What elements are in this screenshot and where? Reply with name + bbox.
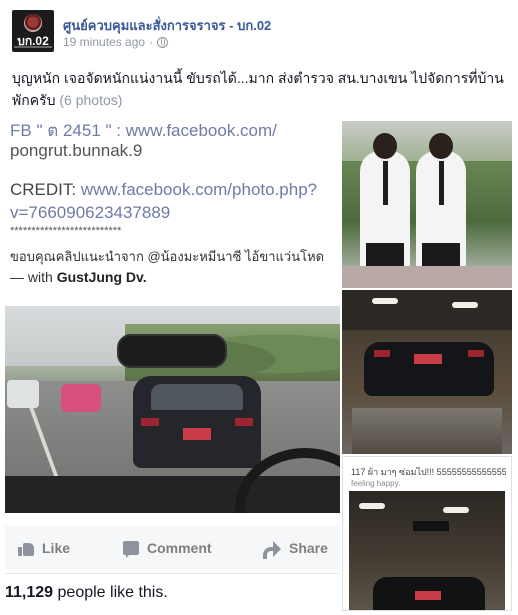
post-timestamp[interactable]: 19 minutes ago bbox=[63, 35, 145, 49]
avatar-label: บก.02 bbox=[17, 34, 49, 48]
likes-suffix: people like this. bbox=[57, 584, 168, 601]
license-plate bbox=[415, 591, 441, 600]
share-label: Share bbox=[289, 540, 328, 556]
credit-url-cont: v=766090623437889 bbox=[10, 203, 171, 222]
avatar-underline bbox=[14, 46, 52, 48]
tail-light-left bbox=[141, 418, 159, 426]
photo-thumbnail-1[interactable] bbox=[342, 121, 512, 288]
post-actions: Like Comment Share bbox=[5, 526, 340, 570]
facebook-post: บก.02 ศูนย์ควบคุมและสั่งการจราจร - บก.02… bbox=[0, 0, 518, 615]
pink-taxi bbox=[61, 384, 101, 412]
tail-light-left bbox=[374, 350, 390, 357]
ceiling-light bbox=[443, 507, 469, 513]
credit-line: CREDIT: www.facebook.com/photo.php? bbox=[10, 180, 317, 200]
with-tag: — with GustJung Dv. bbox=[10, 269, 147, 285]
shared-caption: 117 ผ้า มาๆ ซ่อมไป!!! 555555555555555 — bbox=[351, 465, 506, 479]
comment-button[interactable]: Comment bbox=[123, 540, 212, 558]
ceiling-vent bbox=[413, 521, 449, 531]
photo-thumbnail-2[interactable] bbox=[342, 290, 512, 454]
likes-summary[interactable]: 11,129 people like this. bbox=[5, 584, 168, 602]
likes-count: 11,129 bbox=[5, 584, 54, 601]
credit-label: CREDIT: bbox=[10, 180, 77, 199]
speech-bubble-icon bbox=[123, 541, 139, 558]
like-label: Like bbox=[42, 540, 71, 556]
with-name: GustJung Dv. bbox=[56, 269, 147, 285]
like-button[interactable]: Like bbox=[18, 540, 70, 556]
photo-count[interactable]: (6 photos) bbox=[59, 92, 122, 108]
with-prefix: — with bbox=[10, 269, 53, 285]
ceiling-light bbox=[372, 298, 398, 304]
rearview-mirror bbox=[117, 334, 227, 368]
stars-divider: ************************** bbox=[10, 225, 122, 237]
main-photo[interactable]: FB " ต 2451 " : www.facebook.com/ pongru… bbox=[5, 121, 340, 513]
globe-icon[interactable] bbox=[157, 36, 169, 48]
shared-caption-text: 117 ผ้า มาๆ ซ่อมไป!!! 555555555555555 — bbox=[351, 467, 506, 477]
credit-url: www.facebook.com/photo.php? bbox=[80, 180, 318, 199]
rear-window bbox=[151, 384, 243, 410]
share-button[interactable]: Share bbox=[263, 540, 328, 559]
tie bbox=[439, 161, 444, 205]
ceiling-light bbox=[359, 503, 385, 509]
black-sedan bbox=[133, 376, 261, 468]
photo-thumbnail-3[interactable]: 117 ผ้า มาๆ ซ่อมไป!!! 555555555555555 — … bbox=[342, 456, 512, 611]
garage-ramp bbox=[352, 408, 502, 454]
thumb-floor bbox=[342, 266, 512, 288]
tie bbox=[383, 161, 388, 205]
garage-ceiling bbox=[342, 290, 512, 330]
divider bbox=[5, 573, 340, 574]
feeling-text: feeling happy. bbox=[351, 479, 401, 488]
tail-light-right bbox=[468, 350, 484, 357]
meta-separator: · bbox=[149, 35, 154, 49]
license-plate bbox=[414, 354, 442, 364]
tail-light-right bbox=[235, 418, 253, 426]
share-arrow-icon bbox=[263, 541, 281, 559]
thumbs-up-icon bbox=[18, 541, 34, 556]
dashcam-image bbox=[5, 306, 340, 513]
ceiling-light bbox=[452, 302, 478, 308]
post-text: บุญหนัก เจอจัดหนักแน่งานนี้ ขับรถได้...ม… bbox=[12, 67, 506, 111]
police-emblem-icon bbox=[24, 14, 42, 32]
garage-image bbox=[349, 491, 505, 610]
fb-handle: pongrut.bunnak.9 bbox=[10, 141, 143, 160]
page-avatar[interactable]: บก.02 bbox=[12, 10, 54, 52]
thanks-text: ขอบคุณคลิปแนะนำจาก @น้องมะหมีนาซี ไอ้ขาแ… bbox=[10, 249, 325, 264]
head bbox=[429, 133, 453, 159]
license-plate bbox=[183, 428, 211, 440]
post-meta: 19 minutes ago · bbox=[63, 35, 169, 49]
white-vehicle bbox=[7, 380, 39, 408]
comment-label: Comment bbox=[147, 540, 212, 556]
parked-sedan bbox=[364, 342, 494, 396]
head bbox=[373, 133, 397, 159]
parked-sedan bbox=[373, 577, 485, 610]
page-name-link[interactable]: ศูนย์ควบคุมและสั่งการจราจร - บก.02 bbox=[63, 15, 271, 36]
